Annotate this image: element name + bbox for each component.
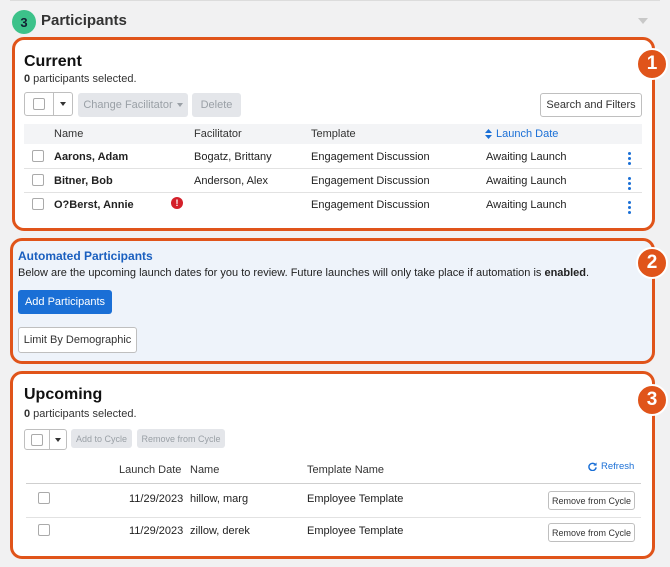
search-and-filters-button[interactable]: Search and Filters <box>540 93 642 117</box>
participant-template: Engagement Discussion <box>311 151 430 163</box>
upcoming-template: Employee Template <box>307 493 404 505</box>
add-to-cycle-button[interactable]: Add to Cycle <box>71 429 132 448</box>
delete-button[interactable]: Delete <box>192 93 241 117</box>
refresh-icon <box>588 462 597 471</box>
current-title: Current <box>24 53 82 70</box>
upcoming-template: Employee Template <box>307 525 404 537</box>
add-participants-button[interactable]: Add Participants <box>18 290 112 314</box>
sort-icon <box>485 129 492 140</box>
refresh-link[interactable]: Refresh <box>588 461 634 472</box>
column-header-name[interactable]: Name <box>54 128 83 140</box>
header-divider <box>26 483 641 484</box>
current-panel: Current 0 participants selected. Change … <box>12 37 655 231</box>
row-checkbox[interactable] <box>32 150 44 162</box>
row-divider <box>24 168 642 169</box>
row-divider <box>26 517 641 518</box>
participant-template: Engagement Discussion <box>311 199 430 211</box>
select-all-checkbox[interactable] <box>25 93 54 115</box>
automated-panel: Automated Participants Below are the upc… <box>10 238 655 364</box>
current-selection-info: 0 participants selected. <box>24 73 137 85</box>
automated-title: Automated Participants <box>18 249 153 263</box>
row-remove-from-cycle-button[interactable]: Remove from Cycle <box>548 491 635 510</box>
kebab-menu-icon[interactable] <box>628 201 631 214</box>
section-title: Participants <box>41 12 127 29</box>
chevron-down-icon <box>176 103 183 107</box>
chevron-down-icon[interactable] <box>54 93 72 115</box>
top-divider <box>10 0 660 1</box>
row-divider <box>24 192 642 193</box>
column-header-facilitator[interactable]: Facilitator <box>194 128 242 140</box>
callout-2: 2 <box>636 247 668 279</box>
column-header-template[interactable]: Template <box>311 128 356 140</box>
select-all-checkbox[interactable] <box>25 430 50 449</box>
row-remove-from-cycle-button[interactable]: Remove from Cycle <box>548 523 635 542</box>
callout-1: 1 <box>636 48 668 80</box>
step-badge: 3 <box>12 10 36 34</box>
chevron-down-icon[interactable] <box>638 18 648 24</box>
column-header-template-name[interactable]: Template Name <box>307 464 384 476</box>
upcoming-selection-info: 0 participants selected. <box>24 408 137 420</box>
upcoming-panel: Upcoming 0 participants selected. Add to… <box>10 371 655 559</box>
participant-facilitator: Bogatz, Brittany <box>194 151 272 163</box>
column-header-name[interactable]: Name <box>190 464 219 476</box>
upcoming-name: hillow, marg <box>190 493 249 505</box>
automated-description: Below are the upcoming launch dates for … <box>18 267 590 279</box>
column-header-launch-date[interactable]: Launch Date <box>119 464 181 476</box>
remove-from-cycle-button[interactable]: Remove from Cycle <box>137 429 225 448</box>
participant-launch-status: Awaiting Launch <box>486 199 567 211</box>
participant-launch-status: Awaiting Launch <box>486 151 567 163</box>
upcoming-name: zillow, derek <box>190 525 250 537</box>
row-checkbox[interactable] <box>32 198 44 210</box>
participant-template: Engagement Discussion <box>311 175 430 187</box>
upcoming-launch-date: 11/29/2023 <box>129 525 184 537</box>
change-facilitator-button[interactable]: Change Facilitator <box>78 93 188 117</box>
kebab-menu-icon[interactable] <box>628 152 631 165</box>
participant-name: Aarons, Adam <box>54 151 129 163</box>
current-bulk-select[interactable] <box>24 92 73 116</box>
participant-name: Bitner, Bob <box>54 175 113 187</box>
limit-by-demographic-button[interactable]: Limit By Demographic <box>18 327 137 353</box>
kebab-menu-icon[interactable] <box>628 177 631 190</box>
row-checkbox[interactable] <box>38 492 50 504</box>
row-checkbox[interactable] <box>38 524 50 536</box>
upcoming-title: Upcoming <box>24 386 103 403</box>
participant-facilitator: Anderson, Alex <box>194 175 268 187</box>
row-checkbox[interactable] <box>32 174 44 186</box>
upcoming-bulk-select[interactable] <box>24 429 67 450</box>
participant-name: O?Berst, Annie <box>54 199 134 211</box>
alert-icon[interactable]: ! <box>171 197 183 209</box>
chevron-down-icon[interactable] <box>50 430 66 449</box>
participant-launch-status: Awaiting Launch <box>486 175 567 187</box>
column-header-launch-date[interactable]: Launch Date <box>485 128 558 140</box>
upcoming-launch-date: 11/29/2023 <box>129 493 184 505</box>
callout-3: 3 <box>636 384 668 416</box>
